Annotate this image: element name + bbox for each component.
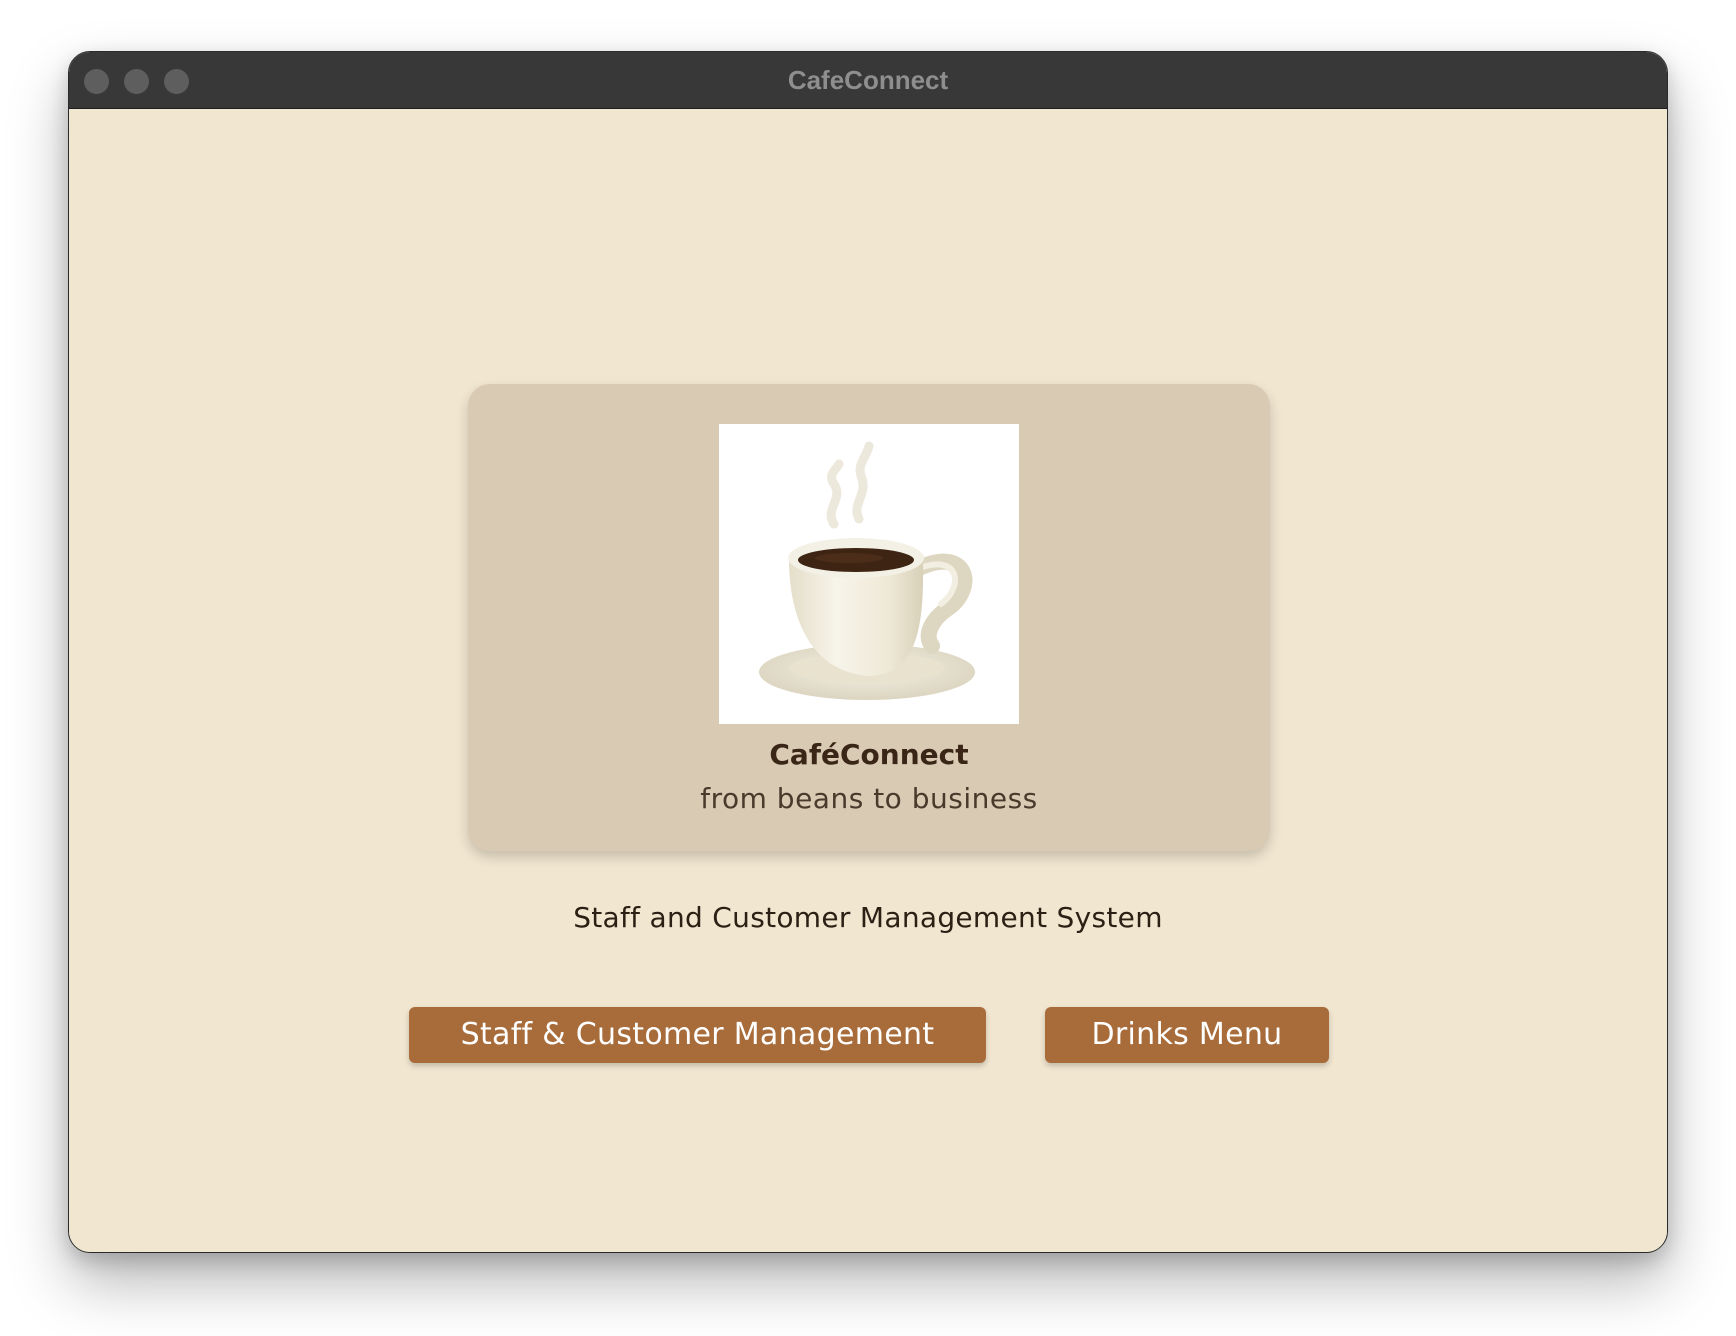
title-bar[interactable]: CafeConnect (69, 52, 1667, 109)
drinks-menu-button[interactable]: Drinks Menu (1045, 1007, 1329, 1063)
page-subtitle: Staff and Customer Management System (573, 901, 1163, 934)
app-name: CaféConnect (769, 738, 969, 771)
main-content: CaféConnect from beans to business Staff… (69, 109, 1667, 1252)
staff-customer-management-button[interactable]: Staff & Customer Management (409, 1007, 986, 1063)
window-title: CafeConnect (787, 65, 949, 95)
coffee-cup-icon (719, 424, 1019, 724)
hero-card: CaféConnect from beans to business (468, 384, 1270, 851)
tagline: from beans to business (700, 782, 1038, 815)
app-window: CafeConnect CaféConnect from beans to bu… (68, 51, 1668, 1253)
